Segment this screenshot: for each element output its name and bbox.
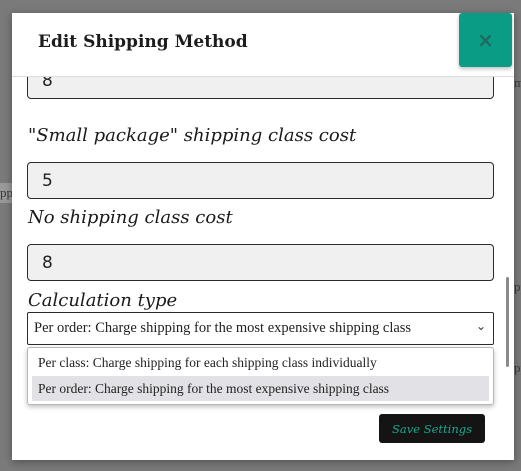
close-icon: × [477,28,494,52]
chevron-down-icon: ⌄ [475,319,486,333]
dropdown-option-per-order[interactable]: Per order: Charge shipping for the most … [32,376,489,401]
dropdown-option-per-class[interactable]: Per class: Charge shipping for each ship… [32,350,489,375]
background-text: pp [514,279,521,294]
calculation-type-select[interactable]: Per order: Charge shipping for the most … [27,312,494,345]
small-package-label: "Small package" shipping class cost [28,125,357,146]
modal-title: Edit Shipping Method [38,32,248,52]
modal-body: "Small package" shipping class cost No s… [12,62,514,460]
modal-header: Edit Shipping Method [12,13,514,77]
background-text: m [514,75,521,90]
calculation-type-dropdown: Per class: Charge shipping for each ship… [27,347,494,405]
select-value: Per order: Charge shipping for the most … [34,320,412,336]
small-package-cost-input[interactable] [27,162,494,199]
scrollbar[interactable] [506,277,509,367]
edit-shipping-modal: Edit Shipping Method × "Small package" s… [12,13,514,460]
no-class-cost-label: No shipping class cost [28,207,233,228]
no-class-cost-input[interactable] [27,244,494,281]
calculation-type-label: Calculation type [28,290,178,311]
background-text: pp [514,360,521,375]
save-settings-button[interactable]: Save Settings [379,414,485,443]
close-button[interactable]: × [459,13,512,67]
